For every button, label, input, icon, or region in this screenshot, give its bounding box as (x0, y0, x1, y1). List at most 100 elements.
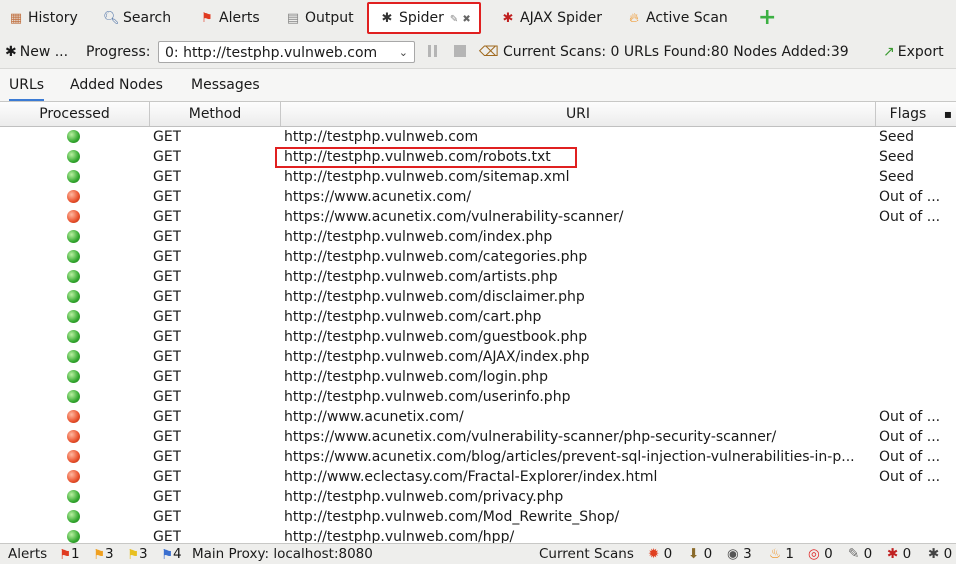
spider-download-counter[interactable]: ⬇ 0 (688, 544, 712, 564)
table-row[interactable]: GET http://www.eclectasy.com/Fractal-Expl… (0, 467, 956, 487)
processed-ok-icon (67, 330, 80, 343)
scan-stats: Current Scans: 0 URLs Found:80 Nodes Add… (503, 36, 849, 68)
method-cell: GET (153, 309, 182, 325)
urls-found-label: URLs Found: (623, 44, 711, 60)
pin-icon[interactable]: ✎ (450, 14, 458, 25)
uri-cell: http://testphp.vulnweb.com/cart.php (284, 309, 542, 325)
uri-cell: https://www.acunetix.com/vulnerability-s… (284, 209, 624, 225)
tab-history[interactable]: ▦ History (8, 4, 78, 32)
table-row[interactable]: GET http://testphp.vulnweb.com/login.php (0, 367, 956, 387)
table-row[interactable]: GET http://testphp.vulnweb.com/hpp/ (0, 527, 956, 543)
column-header-method[interactable]: Method (150, 102, 281, 126)
add-tab-plus-icon[interactable]: + (758, 4, 776, 32)
new-scan-button[interactable]: ✱ New ... (5, 36, 68, 68)
tab-active-scan[interactable]: 🔥︎ Active Scan (626, 4, 728, 32)
flags-cell: Out of ... (879, 189, 941, 205)
method-cell: GET (153, 129, 182, 145)
flags-cell: Out of ... (879, 409, 941, 425)
tab-ajax-spider-label: AJAX Spider (520, 10, 602, 26)
processed-ok-icon (67, 510, 80, 523)
brush-counter[interactable]: ✎ 0 (848, 544, 872, 564)
tab-alerts[interactable]: ⚑ Alerts (199, 4, 259, 32)
high-flag-icon: ⚑ (59, 547, 72, 563)
method-cell: GET (153, 209, 182, 225)
column-header-processed[interactable]: Processed (0, 102, 150, 126)
active-scan-counter[interactable]: ✹ 0 (648, 544, 672, 564)
export-button[interactable]: ↗ Export (883, 36, 944, 68)
processed-skipped-icon (67, 410, 80, 423)
spider-count: 0 (902, 546, 912, 562)
alerts-high-count[interactable]: ⚑1 (59, 544, 80, 564)
table-row[interactable]: GET http://testphp.vulnweb.com/guestbook.… (0, 327, 956, 347)
uri-cell: http://testphp.vulnweb.com/guestbook.php (284, 329, 588, 345)
processed-ok-icon (67, 270, 80, 283)
tab-spider[interactable]: ✱ Spider ✎ ✖ (367, 2, 481, 34)
flame-counter[interactable]: ♨ 1 (769, 544, 794, 564)
tab-history-label: History (28, 10, 78, 26)
broom-icon[interactable]: ⌫ (479, 36, 499, 68)
tab-ajax-spider[interactable]: ✱ AJAX Spider (500, 4, 602, 32)
column-header-uri[interactable]: URI (281, 102, 876, 126)
table-row[interactable]: GET http://testphp.vulnweb.com/sitemap.xm… (0, 167, 956, 187)
nodes-added-value: 39 (830, 44, 849, 60)
progress-select[interactable]: 0: http://testphp.vulnweb.com ⌄ (158, 41, 415, 63)
status-current-scans-label: Current Scans (539, 546, 634, 562)
current-scans-value: 0 (610, 44, 620, 60)
uri-cell: https://www.acunetix.com/blog/articles/p… (284, 449, 855, 465)
table-row[interactable]: GET http://testphp.vulnweb.com/cart.php (0, 307, 956, 327)
method-cell: GET (153, 169, 182, 185)
tab-output[interactable]: ▤ Output (285, 4, 354, 32)
table-row[interactable]: GET https://www.acunetix.com/vulnerabilit… (0, 207, 956, 227)
active-scan-count: 0 (663, 546, 673, 562)
table-row[interactable]: GET http://testphp.vulnweb.com/disclaimer… (0, 287, 956, 307)
method-cell: GET (153, 289, 182, 305)
uri-cell: http://testphp.vulnweb.com/login.php (284, 369, 549, 385)
spider-icon: ✱ (5, 44, 17, 60)
table-row[interactable]: GET http://testphp.vulnweb.com/Mod_Rewrit… (0, 507, 956, 527)
watch-counter[interactable]: ◉ 3 (727, 544, 752, 564)
flags-cell: Out of ... (879, 449, 941, 465)
method-cell: GET (153, 369, 182, 385)
table-row[interactable]: GET https://www.acunetix.com/vulnerabilit… (0, 427, 956, 447)
progress-label: Progress: (86, 44, 151, 60)
table-row[interactable]: GET http://www.acunetix.com/Out of ... (0, 407, 956, 427)
alerts-info-value: 4 (173, 546, 182, 562)
method-cell: GET (153, 269, 182, 285)
ajax-spider-counter[interactable]: ✱ 0 (928, 544, 952, 564)
alerts-low-count[interactable]: ⚑3 (127, 544, 148, 564)
close-icon[interactable]: ✖ (462, 14, 470, 25)
table-row[interactable]: GET http://testphp.vulnweb.com/AJAX/index… (0, 347, 956, 367)
alerts-info-count[interactable]: ⚑4 (161, 544, 182, 564)
table-row[interactable]: GET http://testphp.vulnweb.com/userinfo.p… (0, 387, 956, 407)
urls-table-body: GET http://testphp.vulnweb.com Seed GET http… (0, 127, 956, 543)
status-bar: Alerts ⚑1 ⚑3 ⚑3 ⚑4 Main Proxy: localhost… (0, 543, 956, 564)
subtab-urls[interactable]: URLs (9, 69, 45, 101)
table-row[interactable]: GET http://testphp.vulnweb.com Seed (0, 127, 956, 147)
brush-count: 0 (863, 546, 873, 562)
processed-ok-icon (67, 250, 80, 263)
processed-ok-icon (67, 170, 80, 183)
spider-icon: ✱ (887, 546, 899, 562)
table-row[interactable]: GET http://testphp.vulnweb.com/privacy.ph… (0, 487, 956, 507)
method-cell: GET (153, 349, 182, 365)
table-row[interactable]: GET http://testphp.vulnweb.com/categories… (0, 247, 956, 267)
table-row[interactable]: GET http://testphp.vulnweb.com/index.php (0, 227, 956, 247)
tab-search[interactable]: 🔍︎ Search (103, 4, 171, 32)
pause-button[interactable] (426, 44, 440, 58)
spider-counter[interactable]: ✱ 0 (887, 544, 911, 564)
uri-cell: http://testphp.vulnweb.com/privacy.php (284, 489, 564, 505)
table-row[interactable]: GET http://testphp.vulnweb.com/artists.ph… (0, 267, 956, 287)
target-counter[interactable]: ◎ 0 (808, 544, 833, 564)
column-chooser-icon[interactable]: ▪ (940, 102, 956, 126)
target-icon: ◎ (808, 546, 820, 562)
spider-icon: ✱ (381, 11, 393, 26)
subtab-messages[interactable]: Messages (191, 69, 260, 101)
stop-button[interactable] (453, 44, 467, 58)
flags-cell: Seed (879, 129, 914, 145)
main-proxy-status: Main Proxy: localhost:8080 (192, 546, 373, 562)
column-header-flags[interactable]: Flags (876, 102, 940, 126)
table-row[interactable]: GET https://www.acunetix.com/blog/article… (0, 447, 956, 467)
table-row[interactable]: GET https://www.acunetix.com/Out of ... (0, 187, 956, 207)
subtab-added-nodes[interactable]: Added Nodes (70, 69, 163, 101)
alerts-medium-count[interactable]: ⚑3 (93, 544, 114, 564)
